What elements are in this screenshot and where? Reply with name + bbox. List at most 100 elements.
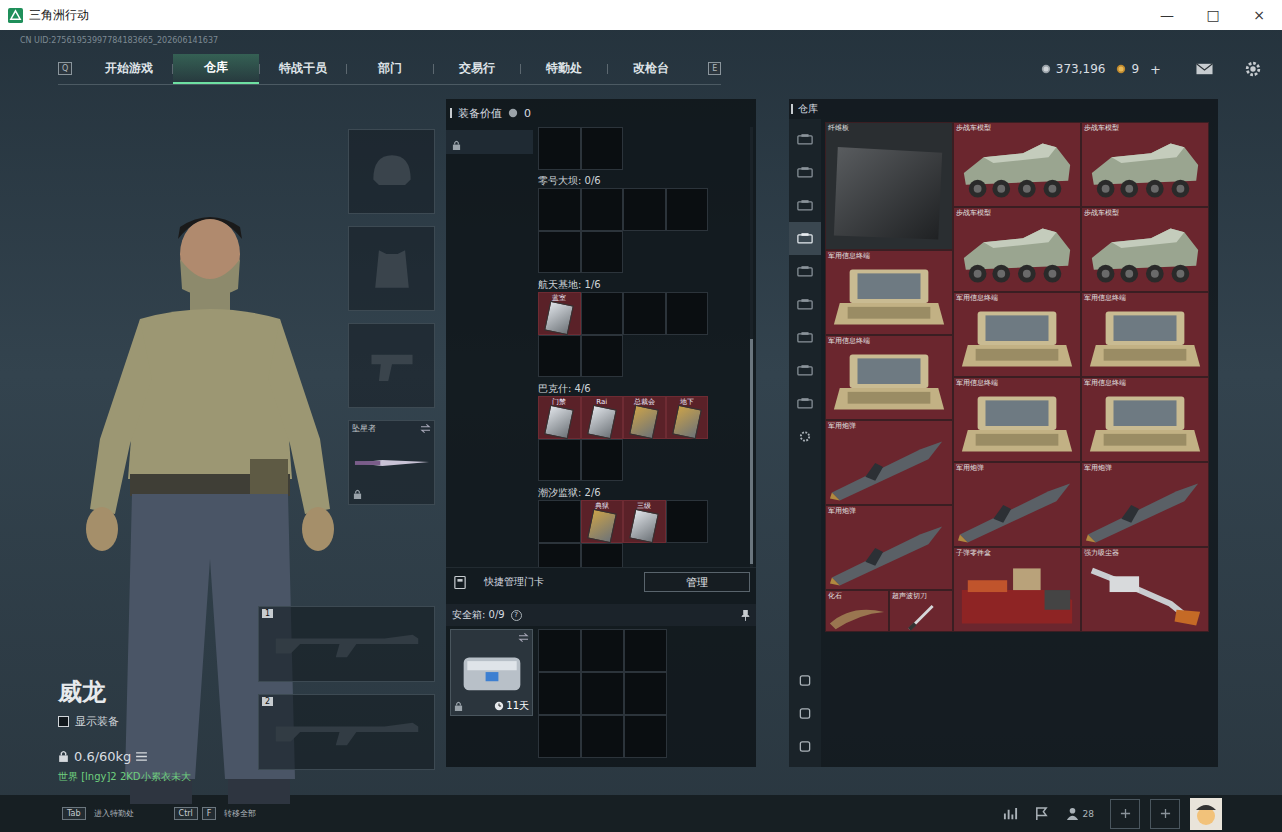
key-card[interactable]: 典狱 [583, 502, 621, 541]
safebox-slot[interactable] [624, 715, 667, 758]
key-slot[interactable] [666, 500, 709, 543]
warehouse-tab[interactable] [789, 420, 821, 453]
warehouse-item[interactable]: 军用炮弹 [1081, 462, 1209, 547]
manage-button[interactable]: 管理 [644, 572, 750, 592]
warehouse-tab[interactable] [789, 156, 821, 189]
list-icon[interactable] [136, 752, 147, 761]
equipment-slot[interactable] [348, 226, 435, 311]
add-currency-button[interactable]: + [1150, 62, 1191, 77]
key-card[interactable]: 地下 [668, 398, 706, 437]
safebox-slot[interactable] [538, 672, 581, 715]
warehouse-tab[interactable] [789, 288, 821, 321]
warehouse-item[interactable]: 军用信息终端 [1081, 377, 1209, 462]
warehouse-tab[interactable] [789, 387, 821, 420]
mail-icon[interactable] [1196, 63, 1213, 75]
warehouse-tab[interactable] [789, 189, 821, 222]
friends-icon[interactable] [1065, 806, 1080, 821]
invite-slot[interactable] [1110, 799, 1140, 829]
warehouse-item[interactable]: 子弹零件盒 [953, 547, 1081, 632]
key-card[interactable]: 三级 [625, 502, 663, 541]
safebox-slot[interactable] [538, 715, 581, 758]
warehouse-item[interactable]: 超声波切刀 [889, 590, 953, 633]
next-key[interactable]: E [708, 62, 721, 75]
warehouse-item[interactable]: 军用炮弹 [825, 505, 953, 590]
equipment-slot[interactable]: 坠星者 [348, 420, 435, 505]
key-slot[interactable] [623, 292, 666, 335]
warehouse-item[interactable]: 强力吸尘器 [1081, 547, 1209, 632]
warehouse-tab[interactable] [789, 354, 821, 387]
warehouse-item[interactable]: 纤维板 [825, 122, 953, 250]
warehouse-item[interactable]: 军用信息终端 [1081, 292, 1209, 377]
warehouse-item[interactable]: 军用信息终端 [953, 377, 1081, 462]
warehouse-item[interactable]: 步战车模型 [953, 207, 1081, 292]
safebox-slot[interactable] [538, 629, 581, 672]
sidebar-item[interactable] [446, 130, 533, 154]
key-slot[interactable] [538, 500, 581, 543]
key-slot[interactable] [623, 188, 666, 231]
warehouse-tab[interactable] [789, 222, 821, 255]
shortcut-hint[interactable]: CtrlF 转移全部 [174, 807, 257, 820]
warehouse-item[interactable]: 步战车模型 [1081, 207, 1209, 292]
key-card[interactable]: Rai [583, 398, 621, 437]
window-control[interactable]: — [1144, 0, 1190, 30]
key-slot[interactable] [581, 439, 624, 482]
scrollbar[interactable] [750, 127, 753, 567]
warehouse-tool[interactable] [789, 664, 821, 697]
prev-key[interactable]: Q [58, 62, 72, 75]
key-slot[interactable] [666, 188, 709, 231]
nav-tab[interactable]: 特勤处 [521, 54, 607, 84]
safebox-slot[interactable] [624, 672, 667, 715]
warehouse-tool[interactable] [789, 730, 821, 763]
swap-icon[interactable] [518, 633, 529, 642]
key-slot[interactable] [538, 335, 581, 378]
key-slot[interactable]: 总裁会 [623, 396, 666, 439]
avatar-icon[interactable] [1190, 798, 1222, 830]
pin-icon[interactable] [741, 610, 750, 621]
key-slot[interactable]: 蓝室 [538, 292, 581, 335]
warehouse-tab[interactable] [789, 321, 821, 354]
window-control[interactable]: × [1236, 0, 1282, 30]
weapon-slot[interactable]: 1 [258, 606, 435, 682]
equipment-slot[interactable] [348, 323, 435, 408]
warehouse-item[interactable]: 军用炮弹 [825, 420, 953, 505]
safebox-slot[interactable] [581, 629, 624, 672]
warehouse-tab[interactable] [789, 123, 821, 156]
key-slot[interactable] [666, 292, 709, 335]
safebox-slot[interactable] [581, 715, 624, 758]
swap-icon[interactable] [420, 424, 431, 433]
warehouse-item[interactable]: 军用信息终端 [825, 250, 953, 335]
nav-tab[interactable]: 改枪台 [608, 54, 694, 84]
warehouse-item[interactable]: 化石 [825, 590, 889, 633]
warehouse-item[interactable]: 步战车模型 [953, 122, 1081, 207]
key-slot[interactable] [538, 231, 581, 274]
show-gear-checkbox[interactable]: 显示装备 [58, 714, 258, 729]
gear-icon[interactable] [1244, 60, 1262, 78]
key-slot[interactable]: 地下 [666, 396, 709, 439]
warehouse-item[interactable]: 军用信息终端 [825, 335, 953, 420]
equipment-slot[interactable] [348, 129, 435, 214]
warehouse-tab[interactable] [789, 255, 821, 288]
key-slot[interactable] [581, 292, 624, 335]
key-slot[interactable] [581, 543, 624, 568]
stats-icon[interactable] [1003, 806, 1018, 821]
key-slot[interactable] [538, 439, 581, 482]
key-slot[interactable] [538, 543, 581, 568]
safebox-slot[interactable] [581, 672, 624, 715]
nav-tab[interactable]: 仓库 [173, 54, 259, 84]
nav-tab[interactable]: 部门 [347, 54, 433, 84]
warehouse-item[interactable]: 军用炮弹 [953, 462, 1081, 547]
key-slot[interactable]: 门禁 [538, 396, 581, 439]
safebox-slot[interactable] [624, 629, 667, 672]
nav-tab[interactable]: 开始游戏 [86, 54, 172, 84]
key-card[interactable]: 总裁会 [625, 398, 663, 437]
nav-tab[interactable]: 交易行 [434, 54, 520, 84]
key-slot[interactable] [581, 188, 624, 231]
key-slot[interactable]: 三级 [623, 500, 666, 543]
key-slot[interactable]: Rai [581, 396, 624, 439]
nav-tab[interactable]: 特战干员 [260, 54, 346, 84]
flag-icon[interactable] [1034, 806, 1049, 821]
invite-slot[interactable] [1150, 799, 1180, 829]
weapon-slot[interactable]: 2 [258, 694, 435, 770]
key-slot[interactable] [538, 188, 581, 231]
help-icon[interactable]: ? [511, 610, 522, 621]
